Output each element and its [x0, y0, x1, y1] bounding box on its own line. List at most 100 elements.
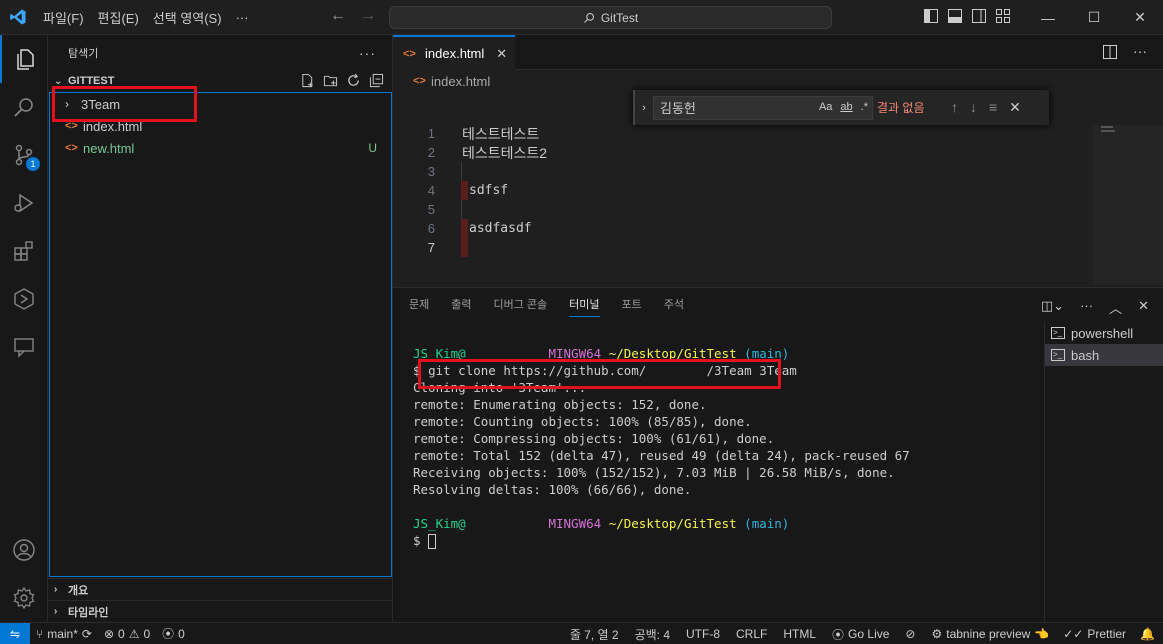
tab-ports[interactable]: 포트	[622, 296, 642, 316]
file-tree: › 3Team <> index.html <> new.html U	[49, 92, 392, 577]
outline-section-header[interactable]: › 개요	[48, 578, 393, 600]
toggle-replace-chevron-icon[interactable]: ›	[635, 102, 653, 114]
encoding[interactable]: UTF-8	[676, 627, 726, 641]
close-find-icon[interactable]: ✕	[1009, 99, 1021, 116]
close-panel-icon[interactable]: ✕	[1138, 298, 1149, 317]
terminal-icon: >_	[1051, 327, 1065, 339]
remote-explorer-icon[interactable]	[0, 275, 48, 323]
tree-item-new-html[interactable]: <> new.html U	[50, 137, 391, 159]
run-debug-icon[interactable]	[0, 179, 48, 227]
terminal-list: >_ powershell >_ bash	[1044, 322, 1163, 622]
status-bar: ⇋ ⑂ main* ⟳ ⊗ 0 ⚠ 0 ⦿ 0 줄 7, 열 2 공백: 4 U…	[0, 622, 1163, 644]
prettier-status[interactable]: ✓✓ Prettier	[1055, 627, 1132, 641]
timeline-section-header[interactable]: › 타임라인	[48, 600, 393, 622]
line-number: 5	[427, 202, 435, 217]
line-text: sdfsf	[469, 183, 509, 198]
remote-indicator-icon[interactable]: ⇋	[0, 622, 30, 644]
customize-layout-icon[interactable]	[996, 9, 1010, 23]
source-control-icon[interactable]: 1	[0, 131, 48, 179]
line-endings[interactable]: CRLF	[726, 627, 773, 641]
ports-indicator[interactable]: ⦿ 0	[156, 625, 191, 642]
maximize-panel-chevron-up-icon[interactable]: ︿	[1109, 298, 1122, 317]
title-bar: 파일(F) 편집(E) 선택 영역(S) ··· ← → GitTest — ☐…	[0, 0, 1163, 35]
gutter-change-marker	[461, 238, 468, 257]
go-live-label: Go Live	[848, 627, 890, 641]
extensions-icon[interactable]	[0, 227, 48, 275]
prompt-user: JS_Kim@	[413, 516, 466, 531]
more-actions-icon[interactable]: ···	[1080, 298, 1093, 317]
code-line: 1 테스트테스트	[393, 124, 1093, 143]
tabnine-status[interactable]: ⚙ tabnine preview 👈	[921, 627, 1055, 641]
gutter-change-marker	[461, 200, 462, 219]
previous-match-arrow-icon[interactable]: ↑	[951, 99, 958, 116]
split-terminal-icon[interactable]: ◫⌄	[1041, 298, 1064, 317]
terminal-item-bash[interactable]: >_ bash	[1045, 344, 1163, 366]
prompt-host: MINGW64	[548, 516, 602, 531]
warning-icon: ⚠	[128, 626, 140, 641]
close-window-icon[interactable]: ✕	[1117, 0, 1163, 35]
menu-selection[interactable]: 선택 영역(S)	[146, 8, 229, 27]
find-in-selection-icon[interactable]: ≡	[989, 99, 997, 116]
language-mode[interactable]: HTML	[773, 627, 822, 641]
line-number: 7	[427, 240, 435, 255]
split-editor-icon[interactable]	[1103, 45, 1117, 62]
minimize-icon[interactable]: —	[1025, 0, 1071, 35]
tabnine-label: tabnine preview	[946, 627, 1031, 641]
terminal-output-line: Resolving deltas: 100% (66/66), done.	[413, 482, 692, 497]
account-icon[interactable]	[0, 526, 48, 574]
chat-icon[interactable]	[0, 323, 48, 371]
tab-problems[interactable]: 문제	[409, 296, 429, 316]
new-folder-icon[interactable]	[323, 73, 338, 91]
code-line: 5	[393, 200, 1093, 219]
toggle-secondary-sidebar-icon[interactable]	[972, 9, 986, 23]
code-lines[interactable]: 1 테스트테스트 2 테스트테스트2 3 4 sdfsf 5 6 asdfasdf 7	[393, 124, 1093, 257]
tab-debug-console[interactable]: 디버그 콘솔	[494, 296, 548, 316]
indentation[interactable]: 공백: 4	[625, 626, 676, 643]
back-arrow-icon[interactable]: ←	[330, 7, 346, 25]
copilot-icon[interactable]: ⊘	[895, 627, 921, 641]
problems-indicator[interactable]: ⊗ 0 ⚠ 0	[98, 627, 156, 641]
minimap-slider[interactable]	[1093, 125, 1163, 285]
match-case-icon[interactable]: Aa	[819, 101, 832, 113]
refresh-icon[interactable]	[346, 73, 361, 91]
more-actions-icon[interactable]: ···	[1133, 44, 1147, 62]
collapse-all-icon[interactable]	[369, 73, 384, 91]
tab-terminal[interactable]: 터미널	[569, 296, 600, 317]
branch-name: main*	[47, 626, 78, 641]
use-regex-icon[interactable]: .*	[861, 101, 868, 113]
maximize-icon[interactable]: ☐	[1071, 0, 1117, 35]
toggle-primary-sidebar-icon[interactable]	[924, 9, 938, 23]
menu-edit[interactable]: 편집(E)	[91, 8, 146, 27]
terminal-item-powershell[interactable]: >_ powershell	[1045, 322, 1163, 344]
branch-indicator[interactable]: ⑂ main* ⟳	[30, 627, 98, 641]
bottom-panel: 문제 출력 디버그 콘솔 터미널 포트 주석 ◫⌄ ··· ︿ ✕ JS_Kim…	[393, 287, 1163, 622]
tab-output[interactable]: 출력	[451, 296, 471, 316]
editor-minimap[interactable]	[1093, 125, 1163, 285]
line-number: 2	[427, 145, 435, 160]
search-icon[interactable]	[0, 83, 48, 131]
next-match-arrow-icon[interactable]: ↓	[970, 99, 977, 116]
forward-arrow-icon[interactable]: →	[360, 7, 376, 25]
tab-index-html[interactable]: <> index.html ✕	[393, 35, 515, 70]
close-tab-icon[interactable]: ✕	[496, 46, 507, 62]
terminal-prompt-line: JS_Kim@ MINGW64 ~/Desktop/GitTest (main)	[413, 516, 1033, 533]
breadcrumb-item[interactable]: index.html	[431, 74, 490, 89]
toggle-panel-icon[interactable]	[948, 9, 962, 23]
tab-comments[interactable]: 주석	[664, 296, 684, 316]
settings-gear-icon[interactable]	[0, 574, 48, 622]
broadcast-icon: ⦿	[162, 627, 175, 641]
cursor-position[interactable]: 줄 7, 열 2	[564, 626, 625, 643]
go-live-button[interactable]: ⦿ Go Live	[822, 626, 895, 643]
code-line: 6 asdfasdf	[393, 219, 1093, 238]
notifications-bell-icon[interactable]: 🔔	[1132, 627, 1163, 641]
sync-icon[interactable]: ⟳	[82, 627, 92, 641]
match-whole-word-icon[interactable]: ab	[840, 101, 852, 113]
more-actions-icon[interactable]: ···	[359, 45, 376, 61]
new-file-icon[interactable]	[300, 73, 315, 91]
find-input[interactable]: 김동헌 Aa ab .*	[653, 95, 873, 120]
menu-file[interactable]: 파일(F)	[36, 8, 91, 27]
find-result-status: 결과 없음	[877, 101, 925, 115]
explorer-icon[interactable]	[0, 35, 48, 83]
command-center-search[interactable]: GitTest	[389, 6, 832, 29]
menu-more[interactable]: ···	[229, 10, 256, 25]
